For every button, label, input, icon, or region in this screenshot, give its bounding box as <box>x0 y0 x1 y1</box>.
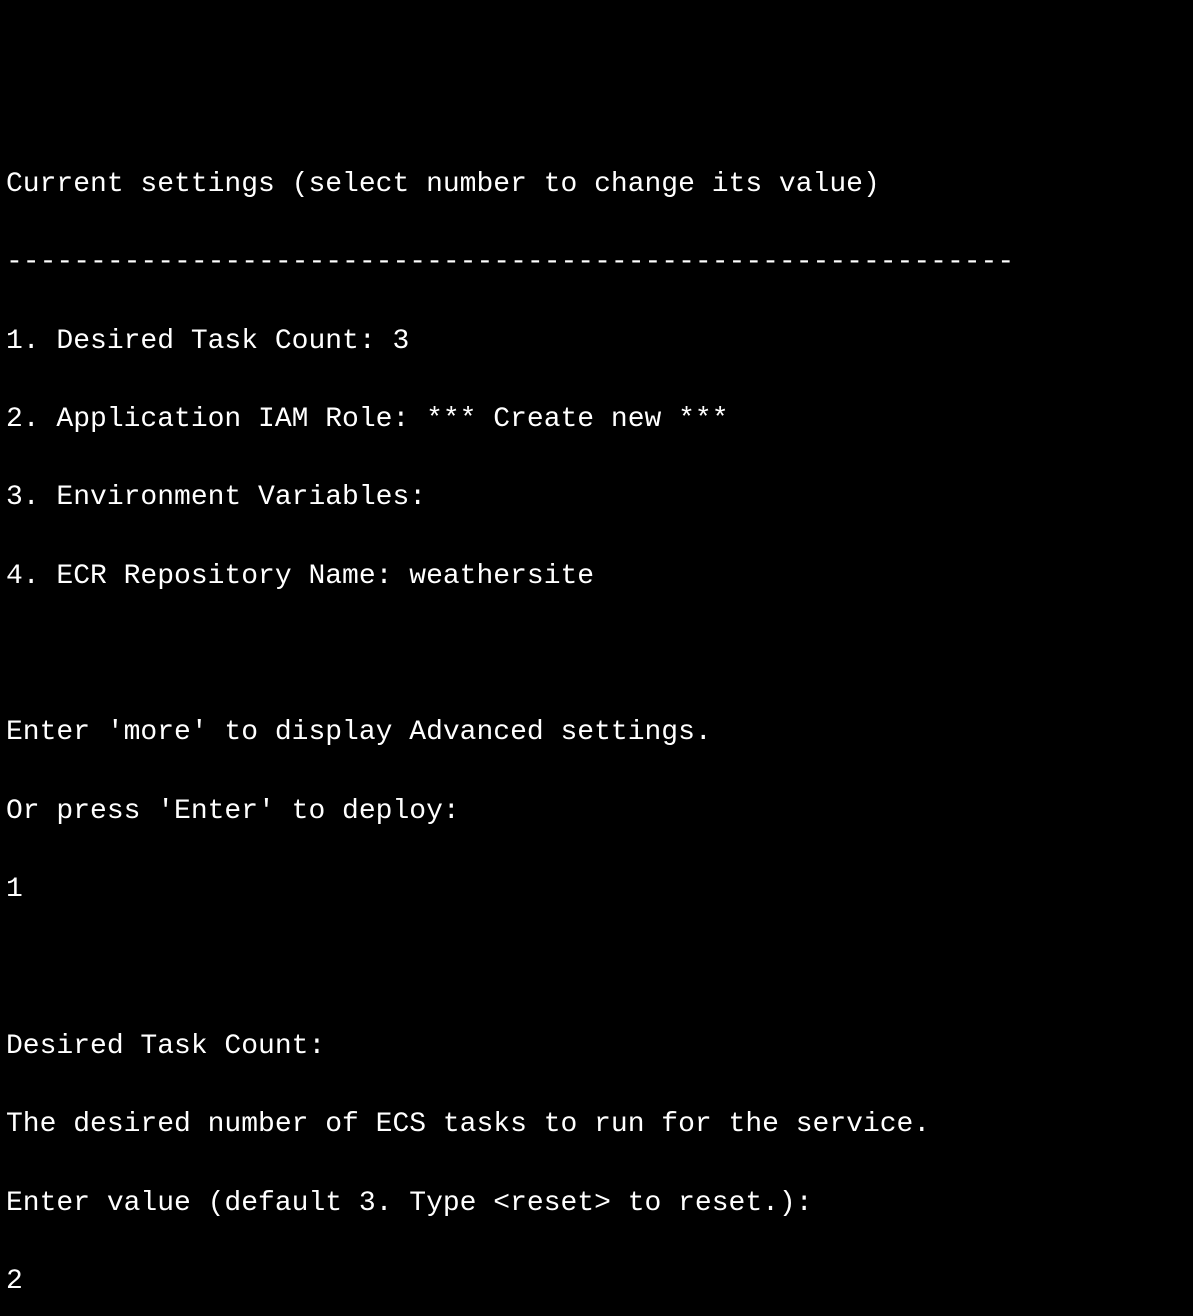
settings-header: Current settings (select number to chang… <box>6 165 1187 204</box>
user-input-2[interactable]: 2 <box>6 1262 1187 1301</box>
setting-item-1: 1. Desired Task Count: 3 <box>6 322 1187 361</box>
deploy-prompt: Or press 'Enter' to deploy: <box>6 792 1187 831</box>
setting-item-3: 3. Environment Variables: <box>6 478 1187 517</box>
blank-line <box>6 635 1187 674</box>
detail-description: The desired number of ECS tasks to run f… <box>6 1105 1187 1144</box>
divider: ----------------------------------------… <box>6 243 1187 282</box>
blank-line <box>6 949 1187 988</box>
detail-prompt: Enter value (default 3. Type <reset> to … <box>6 1184 1187 1223</box>
setting-item-4: 4. ECR Repository Name: weathersite <box>6 557 1187 596</box>
user-input-1[interactable]: 1 <box>6 870 1187 909</box>
advanced-prompt: Enter 'more' to display Advanced setting… <box>6 713 1187 752</box>
detail-header: Desired Task Count: <box>6 1027 1187 1066</box>
setting-item-2: 2. Application IAM Role: *** Create new … <box>6 400 1187 439</box>
